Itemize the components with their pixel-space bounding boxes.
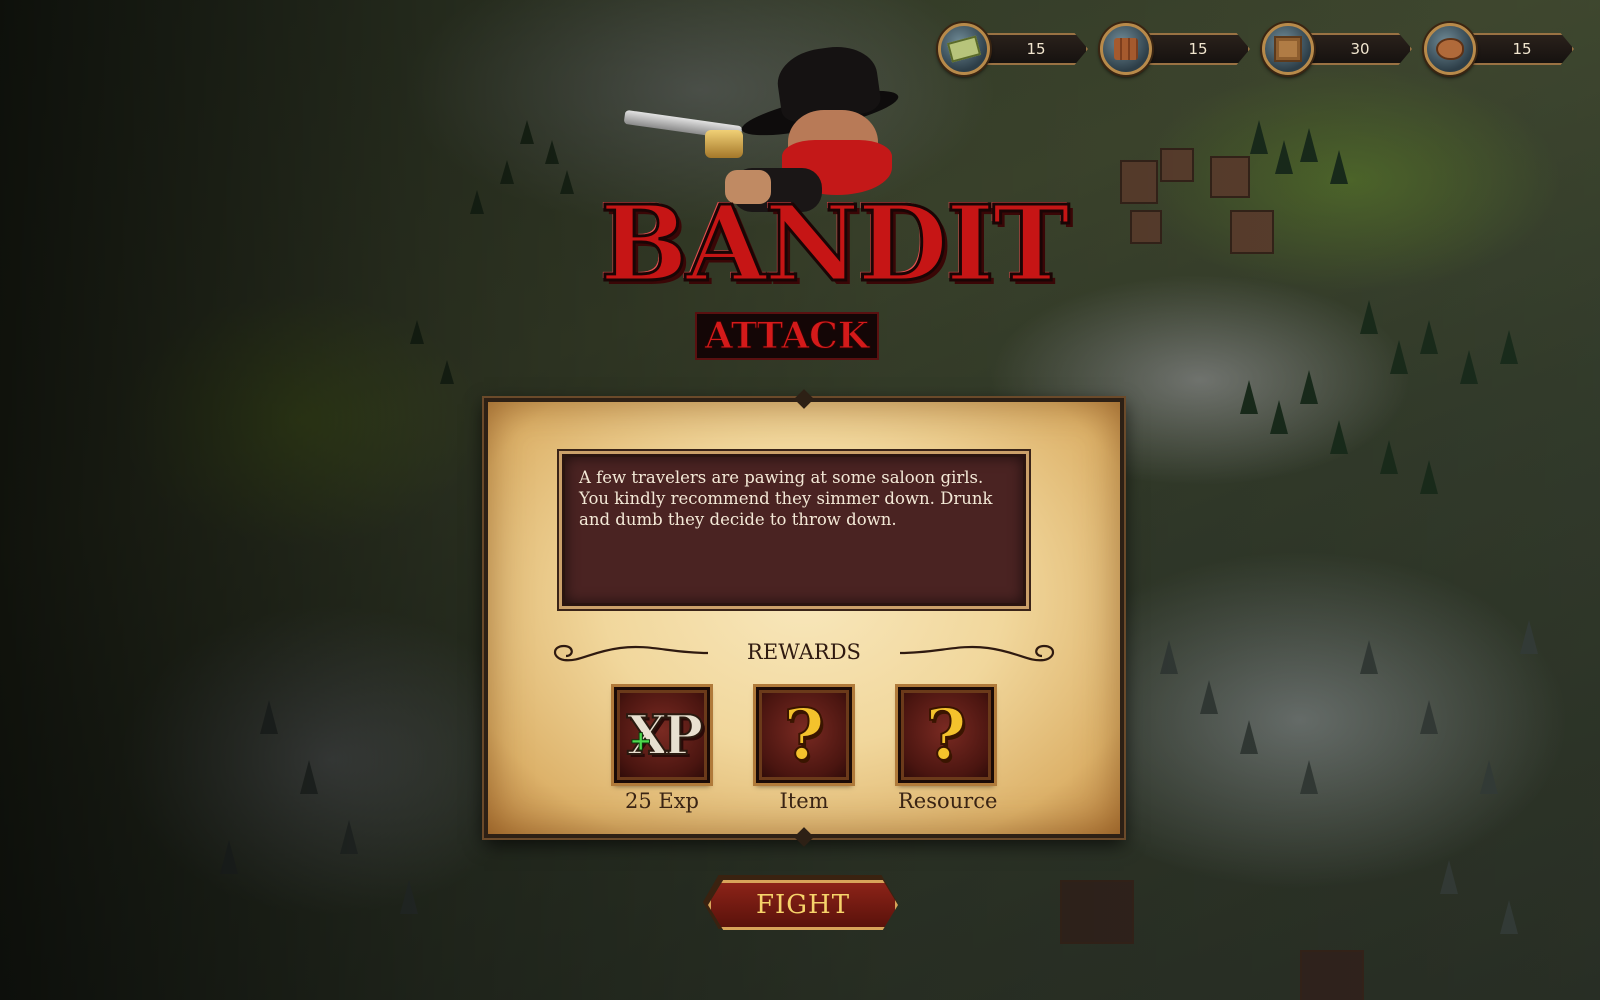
resource-money: 15 (938, 23, 1088, 75)
event-description: A few travelers are pawing at some saloo… (562, 454, 1026, 606)
resource-food: 15 (1424, 23, 1574, 75)
rewards-header: REWARDS (488, 634, 1120, 674)
reward-label: Item (779, 789, 829, 813)
bandit-attack-header: BANDIT ATTACK (599, 30, 1072, 370)
reward-label: 25 Exp (624, 789, 699, 813)
resource-wood: 15 (1100, 23, 1250, 75)
resource-food-count: 15 (1462, 33, 1574, 65)
question-mark-icon: ? (898, 687, 994, 783)
resource-wood-count: 15 (1138, 33, 1250, 65)
reward-item[interactable]: ? Item (756, 687, 852, 813)
event-dialog: A few travelers are pawing at some saloo… (484, 389, 1124, 847)
resource-bar: 15 15 30 15 (938, 23, 1574, 75)
reward-resource[interactable]: ? Resource (898, 687, 998, 813)
resource-money-count: 15 (976, 33, 1088, 65)
flourish-right-icon (899, 644, 1055, 662)
fight-button[interactable]: FIGHT (708, 880, 898, 930)
reward-label: Resource (898, 789, 998, 813)
reward-exp[interactable]: + XP 25 Exp (614, 687, 710, 813)
money-icon (938, 23, 990, 75)
resource-supplies: 30 (1262, 23, 1412, 75)
xp-icon: + XP (614, 687, 710, 783)
resource-supplies-count: 30 (1300, 33, 1412, 65)
wood-icon (1100, 23, 1152, 75)
logo-subtitle: ATTACK (695, 312, 879, 360)
question-mark-icon: ? (756, 687, 852, 783)
crate-icon (1262, 23, 1314, 75)
food-icon (1424, 23, 1476, 75)
rewards-list: + XP 25 Exp ? Item ? Resource (488, 687, 1120, 813)
logo-title: BANDIT (599, 181, 1072, 307)
